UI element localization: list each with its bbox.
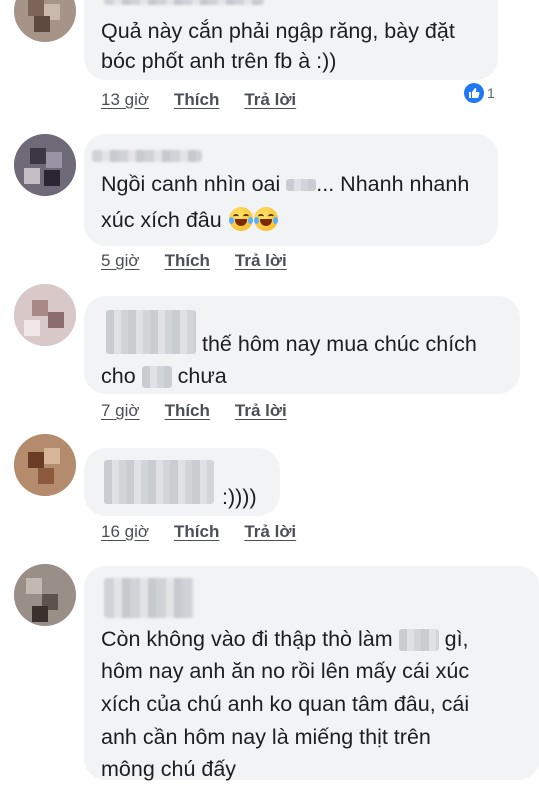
comment-bubble: thế hôm nay mua chúc chích cho chưa [84, 296, 520, 394]
comment-bubble: Quả này cắn phải ngập răng, bày đặt bóc … [84, 0, 498, 80]
timestamp-link[interactable]: 13 giờ [101, 90, 149, 110]
comment-text-line: :)))) [222, 485, 257, 509]
avatar[interactable] [14, 434, 76, 496]
comment-actions: 13 giờ Thích Trả lời [101, 90, 296, 110]
comment-text-line: xúc xích đâu [101, 203, 278, 237]
comment-text-line: xích của chú anh ko quan tâm đâu, cái [101, 692, 470, 716]
tears-of-joy-emoji [253, 207, 278, 231]
like-button[interactable]: Thích [174, 522, 219, 542]
censored-name[interactable] [106, 310, 196, 354]
timestamp-link[interactable]: 16 giờ [101, 522, 149, 542]
reply-button[interactable]: Trả lời [235, 401, 287, 421]
reply-button[interactable]: Trả lời [244, 522, 296, 542]
comment-text-line: Ngồi canh nhìn oai ... Nhanh nhanh [101, 172, 470, 196]
tears-of-joy-emoji [228, 207, 253, 231]
comment-actions: 5 giờ Thích Trả lời [101, 251, 287, 271]
comment-bubble: Ngồi canh nhìn oai ... Nhanh nhanh xúc x… [84, 134, 498, 246]
comment-bubble: Còn không vào đi thập thò làm gì, hôm na… [84, 566, 539, 781]
comment-text-line: anh cần hôm nay là miếng thịt trên [101, 725, 431, 749]
timestamp-link[interactable]: 5 giờ [101, 251, 140, 271]
censored-text [398, 629, 439, 652]
comment-text-line: Còn không vào đi thập thò làm gì, [101, 627, 469, 652]
reply-button[interactable]: Trả lời [244, 90, 296, 110]
like-button[interactable]: Thích [174, 90, 219, 110]
avatar[interactable] [14, 0, 76, 42]
like-button[interactable]: Thích [165, 401, 210, 421]
censored-name[interactable] [104, 460, 214, 504]
comment-bubble: :)))) [84, 448, 280, 516]
censored-text [141, 366, 172, 389]
reaction-count: 1 [487, 85, 495, 101]
timestamp-link[interactable]: 7 giờ [101, 401, 140, 421]
commenter-name[interactable] [104, 578, 194, 618]
avatar[interactable] [14, 134, 76, 196]
reply-button[interactable]: Trả lời [235, 251, 287, 271]
censored-text [286, 179, 317, 192]
comment-actions: 7 giờ Thích Trả lời [101, 401, 287, 421]
comment-text-line: mông chú đấy [101, 757, 237, 781]
commenter-name[interactable] [104, 0, 264, 5]
comment-text-line: thế hôm nay mua chúc chích [202, 332, 477, 356]
comment-text-line: bóc phốt anh trên fb à :)) [101, 49, 337, 73]
like-icon [464, 83, 484, 103]
comment-text-line: cho chưa [101, 364, 227, 389]
like-button[interactable]: Thích [165, 251, 210, 271]
comment-text-line: hôm nay anh ăn no rồi lên mấy cái xúc [101, 659, 470, 683]
reaction-summary[interactable]: 1 [464, 83, 495, 103]
avatar[interactable] [14, 564, 76, 626]
comment-actions: 16 giờ Thích Trả lời [101, 522, 296, 542]
comment-text-line: Quả này cắn phải ngập răng, bày đặt [101, 19, 455, 43]
commenter-name[interactable] [92, 150, 202, 162]
avatar[interactable] [14, 284, 76, 346]
